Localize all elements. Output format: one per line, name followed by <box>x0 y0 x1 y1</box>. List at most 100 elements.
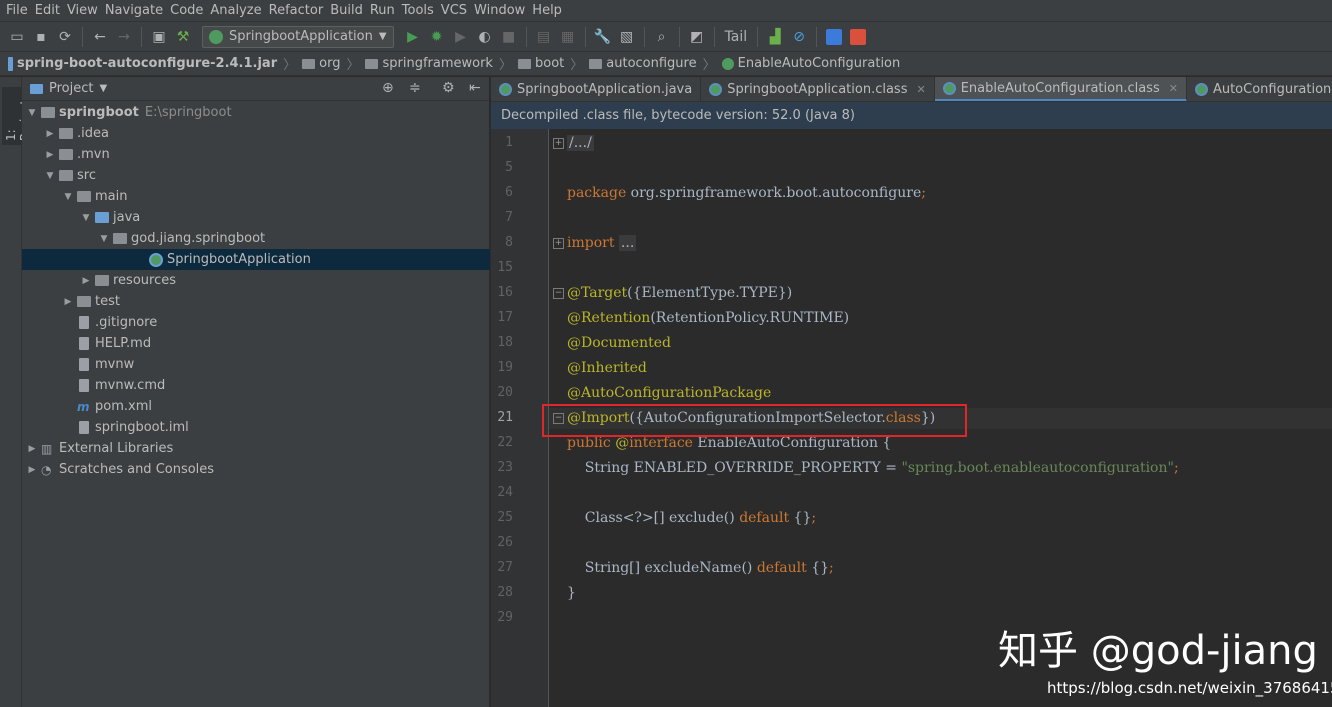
editor-tab[interactable]: SpringbootApplication.java <box>491 77 702 101</box>
tab-label: AutoConfigurationImportSele <box>1212 82 1332 97</box>
breadcrumb-item[interactable]: EnableAutoConfiguration <box>721 56 900 71</box>
breadcrumb-item[interactable]: springframework 〉 <box>365 54 514 73</box>
forward-icon[interactable]: → <box>113 26 135 48</box>
tail-button[interactable]: Tail <box>721 26 752 48</box>
menu-item-refactor[interactable]: Refactor <box>267 3 329 18</box>
debug-icon[interactable]: ✹ <box>426 26 448 48</box>
tree-item[interactable]: ▼ main <box>22 186 490 207</box>
no-icon[interactable]: ⊘ <box>788 26 810 48</box>
toolbar-divider <box>82 26 83 47</box>
menu-item-edit[interactable]: Edit <box>33 3 65 18</box>
profile-icon[interactable]: ◐ <box>474 26 496 48</box>
open-icon[interactable]: ▭ <box>6 26 28 48</box>
breadcrumb-label: spring-boot-autoconfigure-2.4.1.jar <box>17 56 278 71</box>
fold-expand-icon[interactable]: + <box>553 138 564 149</box>
blue-icon <box>95 212 109 223</box>
menu-item-view[interactable]: View <box>65 3 103 18</box>
collapse-all-icon[interactable]: ≑ <box>409 80 421 96</box>
fold-expand-icon[interactable]: + <box>553 238 564 249</box>
close-icon[interactable]: ✕ <box>916 83 925 96</box>
editor-tab[interactable]: AutoConfigurationImportSele <box>1187 77 1332 101</box>
menu-item-navigate[interactable]: Navigate <box>103 3 168 18</box>
run-configuration-select[interactable]: SpringbootApplication ▼ <box>202 25 394 48</box>
sync-icon[interactable]: ⟳ <box>54 26 76 48</box>
hide-icon[interactable]: ⇤ <box>469 80 481 96</box>
code-line: String[] excludeName() default {}; <box>567 560 834 576</box>
tree-item[interactable]: ▶ .mvn <box>22 144 490 165</box>
google-icon[interactable] <box>847 26 869 48</box>
breadcrumb-item[interactable]: autoconfigure 〉 <box>589 54 717 73</box>
locate-icon[interactable]: ⊕ <box>382 80 394 96</box>
tab-label: SpringbootApplication.class <box>727 82 908 97</box>
breadcrumb-item[interactable]: boot 〉 <box>517 54 585 73</box>
collapsed-arrow-icon[interactable]: ▶ <box>44 129 56 139</box>
monitor-icon[interactable]: ▟ <box>764 26 786 48</box>
close-icon[interactable]: ✕ <box>1169 82 1178 95</box>
menu-item-build[interactable]: Build <box>328 3 368 18</box>
tree-item[interactable]: ▶ .idea <box>22 123 490 144</box>
menu-item-window[interactable]: Window <box>472 3 530 18</box>
menu-item-run[interactable]: Run <box>368 3 400 18</box>
tree-item[interactable]: ▶ test <box>22 291 490 312</box>
project-structure-icon[interactable]: ▧ <box>616 26 638 48</box>
expanded-arrow-icon[interactable]: ▼ <box>98 234 110 244</box>
back-icon[interactable]: ← <box>89 26 111 48</box>
stop-icon[interactable]: ■ <box>498 26 520 48</box>
fold-collapse-icon[interactable]: − <box>553 288 564 299</box>
collapsed-arrow-icon[interactable]: ▶ <box>26 465 38 475</box>
tree-item[interactable]: m pom.xml <box>22 396 490 417</box>
tree-item[interactable]: SpringbootApplication <box>22 249 490 270</box>
collapsed-arrow-icon[interactable]: ▶ <box>62 297 74 307</box>
code-line: String ENABLED_OVERRIDE_PROPERTY = "spri… <box>567 460 1179 476</box>
editor-tab[interactable]: EnableAutoConfiguration.class ✕ <box>934 77 1187 101</box>
tree-item[interactable]: ▼ god.jiang.springboot <box>22 228 490 249</box>
breadcrumb-item[interactable]: spring-boot-autoconfigure-2.4.1.jar 〉 <box>8 54 298 73</box>
breadcrumb-item[interactable]: org 〉 <box>302 54 361 73</box>
menu-item-vcs[interactable]: VCS <box>439 3 472 18</box>
file-icon <box>79 316 89 329</box>
collapsed-arrow-icon[interactable]: ▶ <box>26 444 38 454</box>
tree-item[interactable]: HELP.md <box>22 333 490 354</box>
search-icon[interactable]: ⌕ <box>651 26 673 48</box>
menu-item-file[interactable]: File <box>4 3 33 18</box>
tree-item[interactable]: mvnw.cmd <box>22 375 490 396</box>
collapsed-arrow-icon[interactable]: ▶ <box>80 276 92 286</box>
class-file-icon <box>942 81 956 95</box>
save-icon[interactable]: ▪ <box>30 26 52 48</box>
tree-item[interactable]: ▶ ▥ External Libraries <box>22 438 490 459</box>
menu-item-analyze[interactable]: Analyze <box>208 3 266 18</box>
sdk-icon[interactable]: ◩ <box>686 26 708 48</box>
tree-item-label: .idea <box>77 126 109 141</box>
menu-item-code[interactable]: Code <box>168 3 208 18</box>
editor-tab[interactable]: SpringbootApplication.class ✕ <box>701 77 935 101</box>
menu-item-tools[interactable]: Tools <box>400 3 439 18</box>
tree-item[interactable]: mvnw <box>22 354 490 375</box>
tree-item[interactable]: ▼ springboot E:\springboot <box>22 102 490 123</box>
vcs-icon[interactable]: ▦ <box>557 26 579 48</box>
expanded-arrow-icon[interactable]: ▼ <box>62 192 74 202</box>
tree-item[interactable]: springboot.iml <box>22 417 490 438</box>
tree-item[interactable]: ▶ ◔ Scratches and Consoles <box>22 459 490 480</box>
terminal-icon[interactable]: ▣ <box>148 26 170 48</box>
tree-item[interactable]: ▼ src <box>22 165 490 186</box>
gear-icon[interactable]: ⚙ <box>442 80 455 96</box>
expanded-arrow-icon[interactable]: ▼ <box>26 108 38 118</box>
expanded-arrow-icon[interactable]: ▼ <box>80 213 92 223</box>
tree-item[interactable]: ▼ java <box>22 207 490 228</box>
structure-icon[interactable]: ▤ <box>533 26 555 48</box>
tree-item-label: .mvn <box>77 147 110 162</box>
line-number: 16 <box>497 285 513 300</box>
project-panel: Project ▼ ⊕ ≑ ⚙ ⇤ ▼ springboot E:\springbo… <box>22 77 490 707</box>
tree-item[interactable]: .gitignore <box>22 312 490 333</box>
coverage-icon[interactable]: ▶ <box>450 26 472 48</box>
build-icon[interactable]: ⚒ <box>172 26 194 48</box>
settings-icon[interactable]: 🔧 <box>592 26 614 48</box>
chevron-down-icon[interactable]: ▼ <box>99 83 107 94</box>
project-view-title[interactable]: Project <box>49 81 93 96</box>
collapsed-arrow-icon[interactable]: ▶ <box>44 150 56 160</box>
run-icon[interactable]: ▶ <box>402 26 424 48</box>
menu-item-help[interactable]: Help <box>530 3 567 18</box>
translate-icon[interactable] <box>823 26 845 48</box>
tree-item[interactable]: ▶ resources <box>22 270 490 291</box>
expanded-arrow-icon[interactable]: ▼ <box>44 171 56 181</box>
